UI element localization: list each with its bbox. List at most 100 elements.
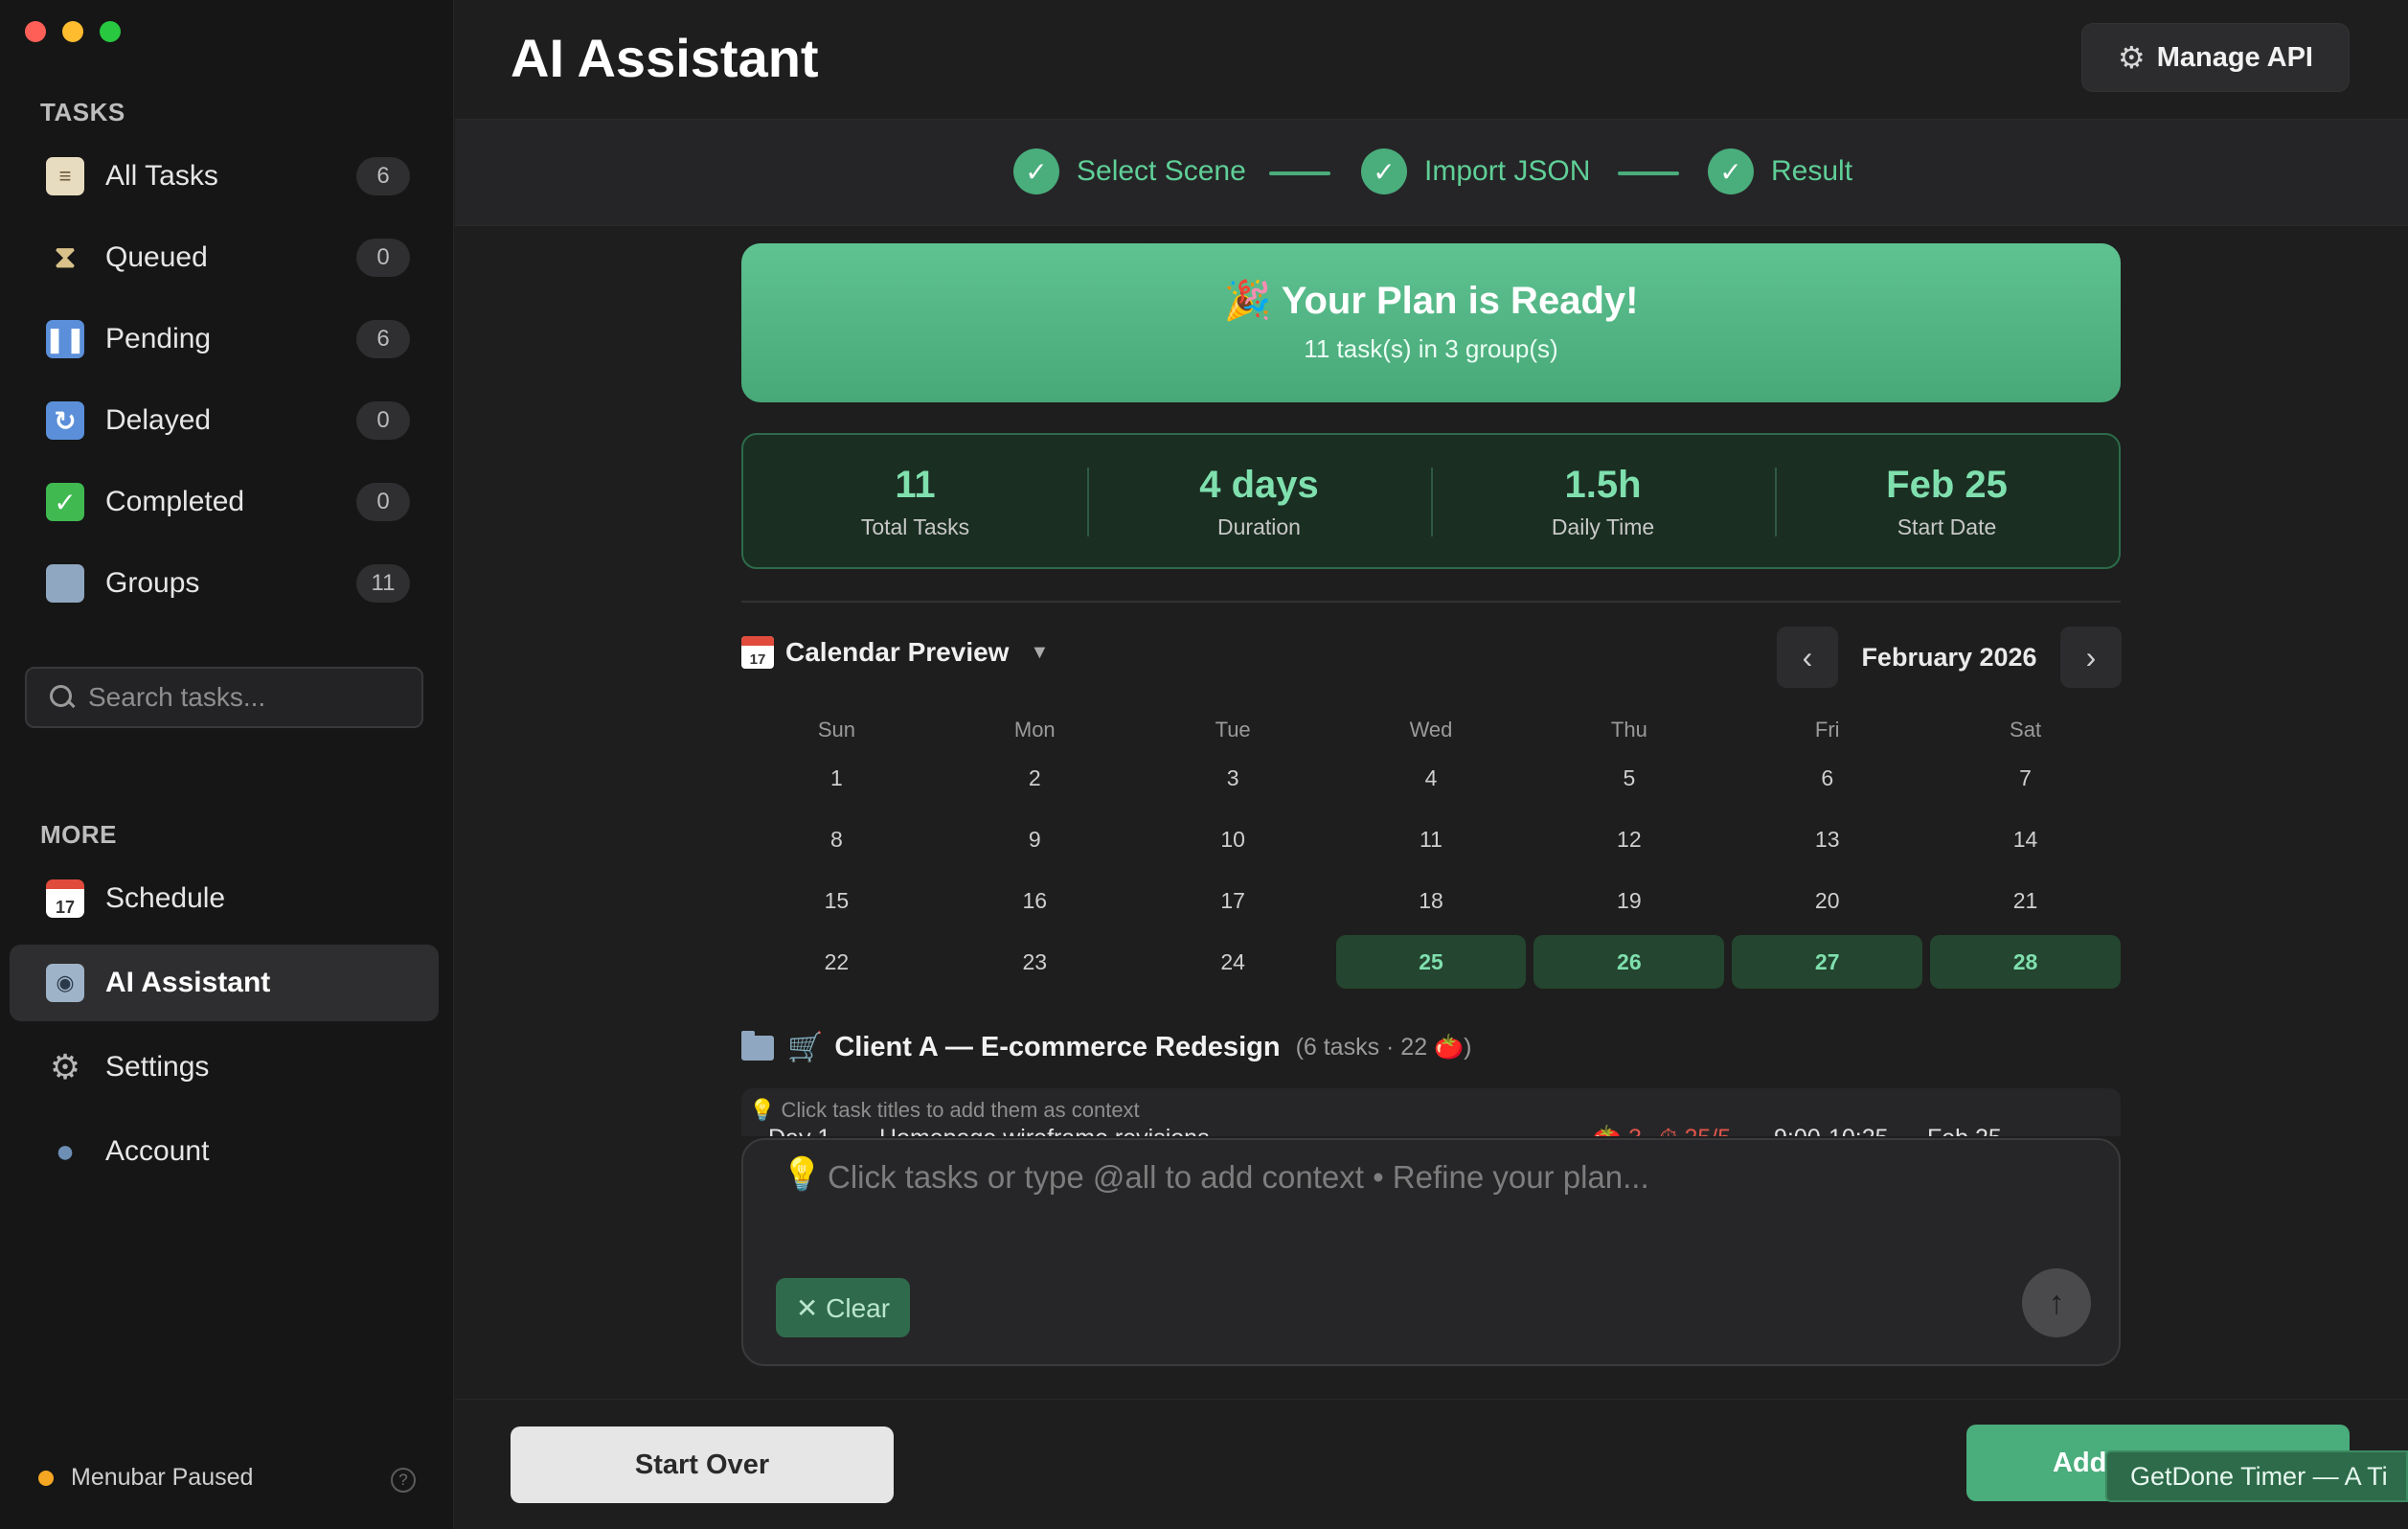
task-title[interactable]: Homepage wireframe revisions xyxy=(879,1125,1210,1136)
sidebar-item-all-tasks[interactable]: ≡ All Tasks 6 xyxy=(10,138,439,215)
gear-icon: ⚙ xyxy=(2118,40,2146,75)
calendar-day[interactable]: 21 xyxy=(1930,874,2121,927)
next-month-button[interactable]: › xyxy=(2060,627,2122,688)
prev-month-button[interactable]: ‹ xyxy=(1777,627,1838,688)
calendar-day[interactable]: 18 xyxy=(1336,874,1527,927)
gear-icon: ⚙ xyxy=(49,1047,81,1086)
calendar-day[interactable]: 24 xyxy=(1138,935,1329,989)
sidebar-item-label: Account xyxy=(105,1135,210,1167)
count-badge: 6 xyxy=(356,320,410,358)
calendar-day[interactable]: 10 xyxy=(1138,812,1329,866)
search-icon xyxy=(48,683,77,712)
search-box[interactable] xyxy=(25,667,423,728)
group-title: Client A — E-commerce Redesign xyxy=(834,1032,1281,1062)
calendar-day-scheduled[interactable]: 27 xyxy=(1732,935,1923,989)
refine-plan-input[interactable] xyxy=(828,1159,2073,1196)
cart-icon: 🛒 xyxy=(787,1032,824,1063)
calendar-day[interactable]: 17 xyxy=(1138,874,1329,927)
check-icon: ✓ xyxy=(1013,148,1059,194)
calendar-day[interactable]: 9 xyxy=(940,812,1130,866)
check-icon: ✓ xyxy=(1708,148,1754,194)
sidebar-item-groups[interactable]: Groups 11 xyxy=(10,545,439,622)
close-window-button[interactable] xyxy=(25,21,46,42)
sidebar-item-ai-assistant[interactable]: ◉ AI Assistant xyxy=(10,945,439,1021)
calendar-day[interactable]: 2 xyxy=(940,751,1130,805)
sidebar-item-completed[interactable]: ✓ Completed 0 xyxy=(10,464,439,540)
sidebar-item-queued[interactable]: ⧗ Queued 0 xyxy=(10,219,439,296)
count-badge: 0 xyxy=(356,401,410,440)
app-tooltip: GetDone Timer — A Ti xyxy=(2105,1450,2408,1502)
task-day: Day 1 xyxy=(768,1125,830,1136)
task-progress: ⏱ 25/5 xyxy=(1659,1125,1731,1136)
calendar-day[interactable]: 1 xyxy=(741,751,932,805)
step-label: Result xyxy=(1771,155,1853,187)
calendar-preview-toggle[interactable]: 17 Calendar Preview ▼ xyxy=(741,636,1049,669)
calendar-day[interactable]: 6 xyxy=(1732,751,1922,805)
plan-stats: 11 Total Tasks 4 days Duration 1.5h Dail… xyxy=(741,433,2121,569)
calendar-icon-day: 17 xyxy=(749,651,766,668)
stat-value: 1.5h xyxy=(1564,464,1642,506)
manage-api-button[interactable]: ⚙ Manage API xyxy=(2081,23,2350,92)
send-button[interactable]: ↑ xyxy=(2022,1268,2091,1337)
divider xyxy=(741,601,2121,603)
count-badge: 0 xyxy=(356,483,410,521)
calendar-day[interactable]: 13 xyxy=(1732,812,1922,866)
calendar-day-scheduled[interactable]: 28 xyxy=(1930,935,2121,989)
weekday-label: Mon xyxy=(1013,718,1056,742)
banner-subtitle: 11 task(s) in 3 group(s) xyxy=(1304,334,1558,363)
calendar-day[interactable]: 23 xyxy=(940,935,1130,989)
calendar-day[interactable]: 11 xyxy=(1336,812,1527,866)
task-pomodoros: 🍅 3 xyxy=(1592,1125,1642,1136)
count-badge: 0 xyxy=(356,239,410,277)
zoom-window-button[interactable] xyxy=(100,21,121,42)
robot-icon: ◉ xyxy=(46,964,84,1002)
weekday-row: Sun Mon Tue Wed Thu Fri Sat xyxy=(741,709,2121,751)
sidebar-item-settings[interactable]: ⚙ Settings xyxy=(10,1029,439,1106)
calendar-day[interactable]: 12 xyxy=(1533,812,1724,866)
week-row: 8 9 10 11 12 13 14 xyxy=(741,812,2121,874)
tasks-section-label: TASKS xyxy=(40,98,125,126)
sidebar-item-schedule[interactable]: 17 Schedule xyxy=(10,860,439,937)
weekday-label: Tue xyxy=(1215,718,1251,742)
month-label: February 2026 xyxy=(1861,642,2037,672)
check-icon: ✓ xyxy=(1361,148,1407,194)
calendar-day[interactable]: 5 xyxy=(1533,751,1724,805)
week-row: 1 2 3 4 5 6 7 xyxy=(741,751,2121,812)
calendar-day[interactable]: 16 xyxy=(940,874,1130,927)
calendar-day[interactable]: 7 xyxy=(1930,751,2121,805)
sidebar-item-pending[interactable]: ❚❚ Pending 6 xyxy=(10,301,439,377)
lightbulb-icon: 💡 xyxy=(782,1156,823,1193)
calendar-day[interactable]: 20 xyxy=(1732,874,1922,927)
chevron-down-icon[interactable]: ▼ xyxy=(1030,642,1049,664)
calendar-day[interactable]: 14 xyxy=(1930,812,2121,866)
calendar-day-scheduled[interactable]: 25 xyxy=(1335,935,1527,989)
calendar-day[interactable]: 19 xyxy=(1533,874,1724,927)
calendar-day[interactable]: 4 xyxy=(1336,751,1527,805)
stat-daily-time: 1.5h Daily Time xyxy=(1431,435,1775,567)
stat-label: Total Tasks xyxy=(860,514,970,539)
weekday-label: Thu xyxy=(1610,718,1647,742)
calendar-grid: Sun Mon Tue Wed Thu Fri Sat 1 2 3 4 5 6 … xyxy=(741,709,2121,996)
stat-value: 11 xyxy=(895,464,936,506)
chat-composer: 💡 ✕ Clear ↑ xyxy=(741,1138,2121,1366)
calendar-day[interactable]: 15 xyxy=(741,874,932,927)
weekday-label: Sun xyxy=(817,718,855,742)
sidebar-item-label: Groups xyxy=(105,567,200,599)
group-header[interactable]: 🛒 Client A — E-commerce Redesign (6 task… xyxy=(741,1030,1472,1064)
calendar-day-scheduled[interactable]: 26 xyxy=(1533,935,1725,989)
clear-context-button[interactable]: ✕ Clear xyxy=(776,1278,910,1337)
calendar-day[interactable]: 8 xyxy=(741,812,932,866)
start-over-button[interactable]: Start Over xyxy=(511,1426,894,1503)
checkmark-icon: ✓ xyxy=(46,483,84,521)
user-icon: ● xyxy=(55,1132,76,1170)
calendar-icon: 17 xyxy=(46,879,84,918)
help-icon[interactable]: ? xyxy=(391,1468,416,1493)
stat-label: Duration xyxy=(1217,514,1301,539)
calendar-day[interactable]: 3 xyxy=(1138,751,1329,805)
sidebar-item-label: All Tasks xyxy=(105,160,218,192)
search-input[interactable] xyxy=(88,682,414,713)
minimize-window-button[interactable] xyxy=(62,21,83,42)
sidebar-item-delayed[interactable]: ↻ Delayed 0 xyxy=(10,382,439,459)
sidebar-item-account[interactable]: ● Account xyxy=(10,1113,439,1190)
calendar-day[interactable]: 22 xyxy=(741,935,932,989)
